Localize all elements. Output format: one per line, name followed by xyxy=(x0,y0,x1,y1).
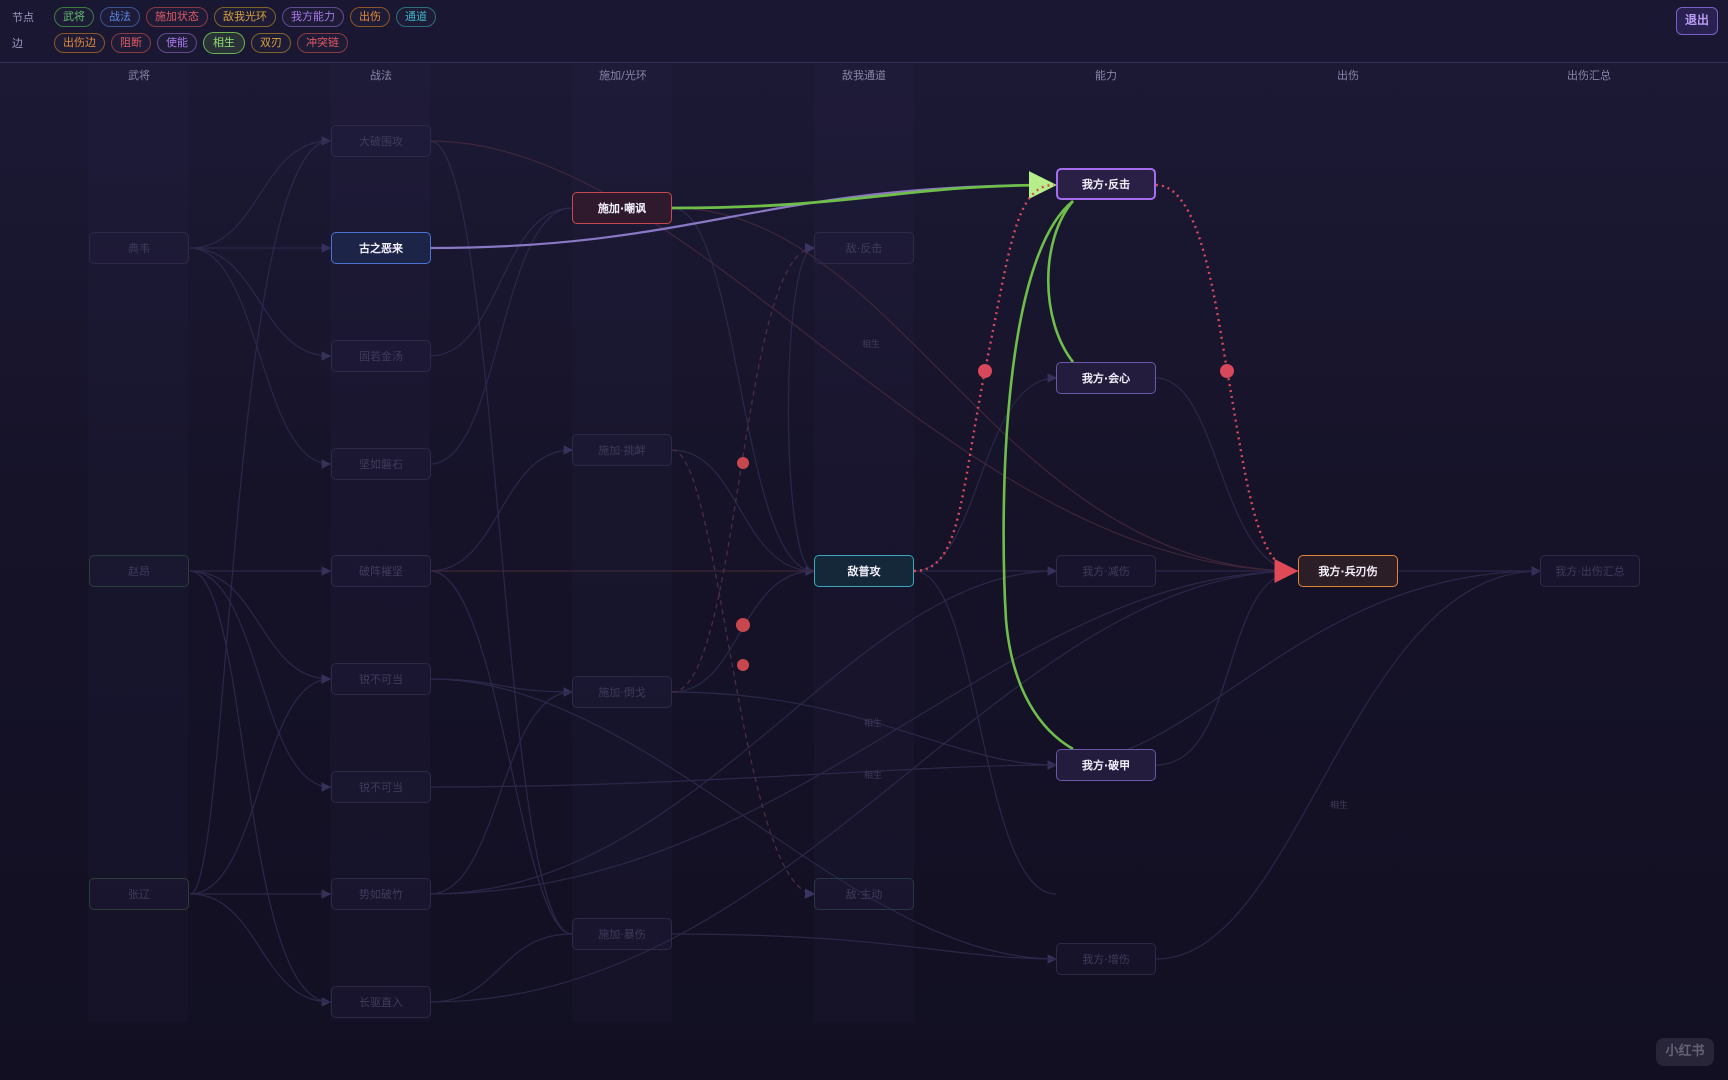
node-tactic-guzhi[interactable]: 古之恶来 xyxy=(331,232,431,264)
node-status-crit[interactable]: 施加·暴伤 xyxy=(572,918,672,950)
node-ability-damage-boost[interactable]: 我方·增伤 xyxy=(1056,943,1156,975)
node-general-dianwei[interactable]: 典韦 xyxy=(89,232,189,264)
node-tactic-pozhen[interactable]: 破阵摧坚 xyxy=(331,555,431,587)
node-channel-enemy-attack[interactable]: 敌普攻 xyxy=(814,555,914,587)
node-tactic-ruibu-2[interactable]: 锐不可当 xyxy=(331,771,431,803)
watermark-logo: 小红书 xyxy=(1656,1038,1714,1066)
node-channel-enemy-active[interactable]: 敌·主动 xyxy=(814,878,914,910)
node-tactic-shiru[interactable]: 势如破竹 xyxy=(331,878,431,910)
node-status-provoke[interactable]: 施加·挑衅 xyxy=(572,434,672,466)
edge-label: 相生 xyxy=(864,769,882,781)
node-tactic-jianru[interactable]: 坚如磐石 xyxy=(331,448,431,480)
node-tactic-changqu[interactable]: 长驱直入 xyxy=(331,986,431,1018)
node-general-zhaoang[interactable]: 赵昂 xyxy=(89,555,189,587)
node-ability-counter[interactable]: 我方·反击 xyxy=(1056,168,1156,200)
node-general-zhangliao[interactable]: 张辽 xyxy=(89,878,189,910)
node-damage-summary[interactable]: 我方·出伤汇总 xyxy=(1540,555,1640,587)
node-ability-armor-break[interactable]: 我方·破甲 xyxy=(1056,749,1156,781)
edge-layer: 相生 相生 相生 相生 xyxy=(189,136,1542,1007)
node-ability-crit[interactable]: 我方·会心 xyxy=(1056,362,1156,394)
edge-label: 相生 xyxy=(1330,799,1348,811)
node-ability-damage-reduce[interactable]: 我方·减伤 xyxy=(1056,555,1156,587)
node-status-taunt[interactable]: 施加·嘲讽 xyxy=(572,192,672,224)
node-channel-enemy-counter[interactable]: 敌·反击 xyxy=(814,232,914,264)
node-tactic-ruibu-1[interactable]: 锐不可当 xyxy=(331,663,431,695)
edge-label: 相生 xyxy=(862,338,880,350)
node-damage-weapon[interactable]: 我方·兵刃伤 xyxy=(1298,555,1398,587)
node-status-defect[interactable]: 施加·倒戈 xyxy=(572,676,672,708)
node-tactic-dapo[interactable]: 大破围攻 xyxy=(331,125,431,157)
edge-label: 相生 xyxy=(864,717,882,729)
node-tactic-guruo[interactable]: 固若金汤 xyxy=(331,340,431,372)
